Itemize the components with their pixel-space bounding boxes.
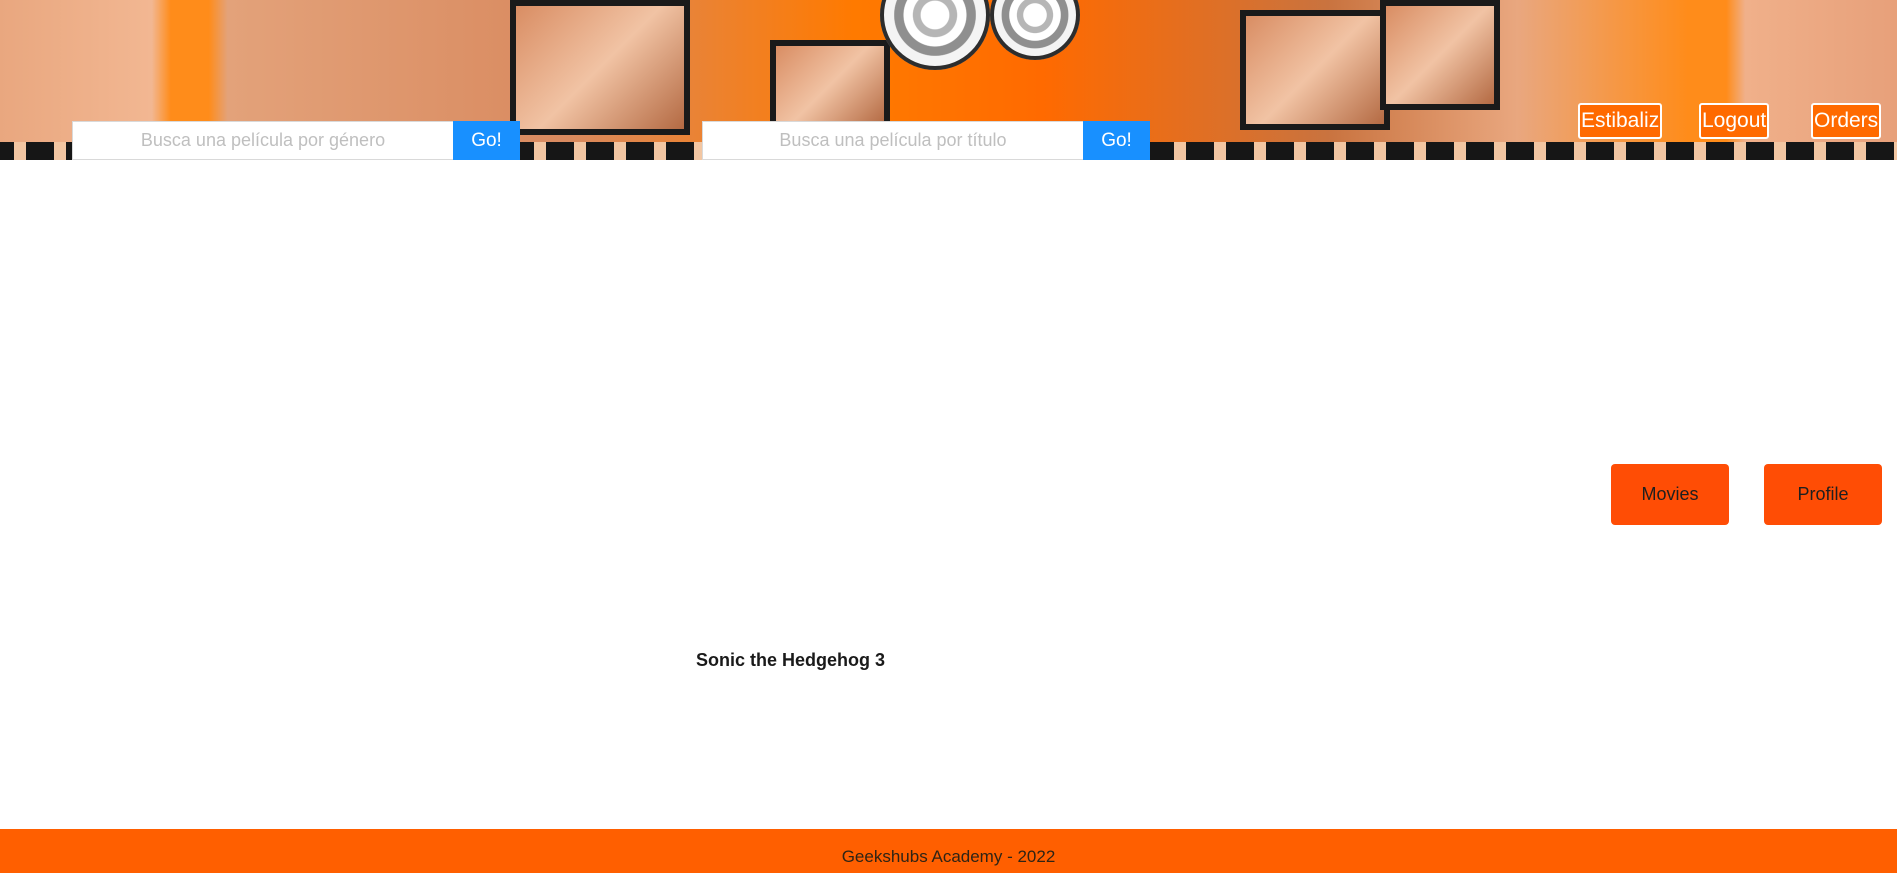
film-reel-icon <box>880 0 990 70</box>
movie-title: Sonic the Hedgehog 3 <box>696 650 886 670</box>
logout-button[interactable]: Logout <box>1699 103 1770 139</box>
genre-search-go-button[interactable]: Go! <box>453 121 520 160</box>
header-banner: Go! Go! Estibaliz Logout Orders <box>0 0 1897 160</box>
orders-button[interactable]: Orders <box>1811 103 1882 139</box>
film-reel-icon <box>990 0 1080 60</box>
film-frame-image <box>1240 10 1390 130</box>
genre-search-input[interactable] <box>72 121 453 160</box>
title-search-input[interactable] <box>702 121 1083 160</box>
film-frame-image <box>770 40 890 130</box>
film-frame-image <box>510 0 690 135</box>
film-frame-image <box>1380 0 1500 110</box>
footer: Geekshubs Academy - 2022 <box>0 829 1897 873</box>
movies-button[interactable]: Movies <box>1611 464 1729 525</box>
footer-text: Geekshubs Academy - 2022 <box>841 847 1056 866</box>
title-search: Go! <box>702 121 1150 160</box>
title-search-go-button[interactable]: Go! <box>1083 121 1150 160</box>
profile-button[interactable]: Profile <box>1764 464 1882 525</box>
user-profile-button[interactable]: Estibaliz <box>1578 103 1663 139</box>
genre-search: Go! <box>72 121 520 160</box>
